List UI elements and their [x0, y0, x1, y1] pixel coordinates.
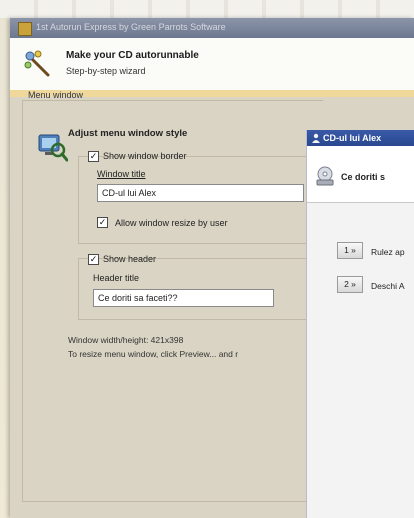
resize-hint-text: To resize menu window, click Preview... …: [68, 349, 239, 359]
window-title: 1st Autorun Express by Green Parrots Sof…: [36, 22, 226, 32]
title-bar[interactable]: 1st Autorun Express by Green Parrots Sof…: [10, 18, 414, 38]
window-size-text: Window width/height: 421x398: [68, 335, 184, 345]
app-icon: [18, 22, 32, 36]
user-icon: [312, 133, 320, 143]
cd-drive-icon: [316, 166, 334, 186]
preview-item-1-button[interactable]: 1 »: [337, 242, 363, 259]
header-title-input[interactable]: Ce doriti sa faceti??: [93, 289, 274, 307]
header-subtitle: Step-by-step wizard: [66, 66, 146, 76]
background-stripes: [0, 0, 414, 18]
wand-icon: [24, 50, 50, 77]
wizard-header: Make your CD autorunnable Step-by-step w…: [10, 38, 414, 91]
preview-header-text: Ce doriti s: [341, 172, 386, 182]
header-title: Make your CD autorunnable: [66, 50, 199, 61]
preview-window: CD-ul lui Alex Ce doriti s 1 » Rulez ap …: [306, 130, 414, 518]
preview-title: CD-ul lui Alex: [323, 133, 382, 143]
preview-item-1-label[interactable]: Rulez ap: [371, 247, 405, 257]
show-border-checkbox[interactable]: ✓: [88, 151, 99, 162]
show-border-label: Show window border: [103, 151, 187, 161]
preview-title-bar[interactable]: CD-ul lui Alex: [307, 130, 414, 146]
group-label: Menu window: [28, 90, 84, 100]
preview-item-2-button[interactable]: 2 »: [337, 276, 363, 293]
monitor-magnifier-icon: [38, 134, 68, 162]
preview-item-2-label[interactable]: Deschi A: [371, 281, 405, 291]
section-title: Adjust menu window style: [68, 128, 188, 139]
preview-header: Ce doriti s: [307, 146, 414, 203]
allow-resize-checkbox[interactable]: ✓: [97, 217, 108, 228]
show-header-label: Show header: [103, 254, 157, 264]
window-title-input[interactable]: CD-ul lui Alex: [97, 184, 304, 202]
allow-resize-label: Allow window resize by user: [115, 218, 228, 228]
header-title-label: Header title: [93, 273, 140, 283]
show-header-checkbox[interactable]: ✓: [88, 254, 99, 265]
window-title-label: Window title: [97, 169, 146, 179]
